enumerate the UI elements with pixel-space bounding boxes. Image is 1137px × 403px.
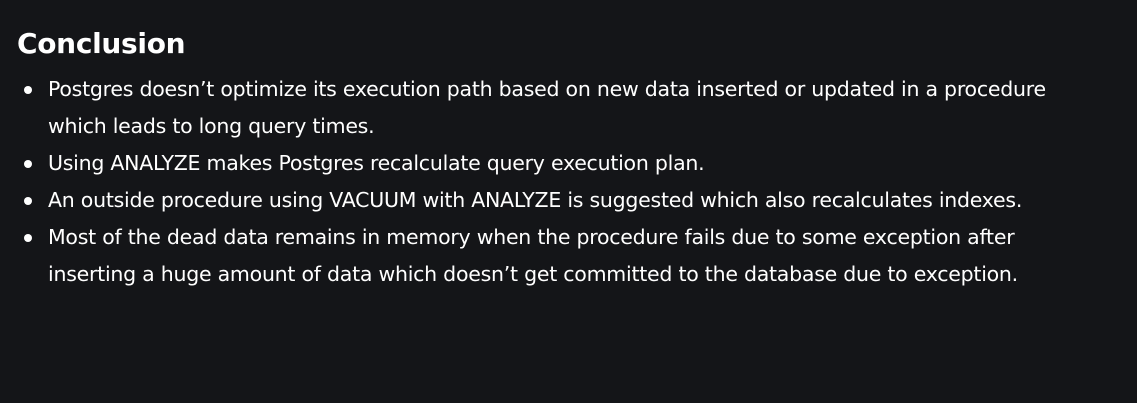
section-heading: Conclusion bbox=[17, 27, 186, 60]
list-item-text: Postgres doesn’t optimize its execution … bbox=[48, 77, 1046, 138]
list-item-text: Most of the dead data remains in memory … bbox=[48, 225, 1018, 286]
list-item: Using ANALYZE makes Postgres recalculate… bbox=[0, 145, 1137, 182]
conclusion-section: Conclusion Postgres doesn’t optimize its… bbox=[0, 0, 1137, 403]
bullet-icon bbox=[24, 86, 32, 94]
list-item-text: An outside procedure using VACUUM with A… bbox=[48, 188, 1023, 212]
list-item-text: Using ANALYZE makes Postgres recalculate… bbox=[48, 151, 705, 175]
list-item: Postgres doesn’t optimize its execution … bbox=[0, 71, 1137, 145]
list-item: An outside procedure using VACUUM with A… bbox=[0, 182, 1137, 219]
list-item: Most of the dead data remains in memory … bbox=[0, 219, 1137, 293]
bullet-icon bbox=[24, 197, 32, 205]
conclusion-bullet-list: Postgres doesn’t optimize its execution … bbox=[0, 71, 1137, 293]
bullet-icon bbox=[24, 234, 32, 242]
bullet-icon bbox=[24, 160, 32, 168]
